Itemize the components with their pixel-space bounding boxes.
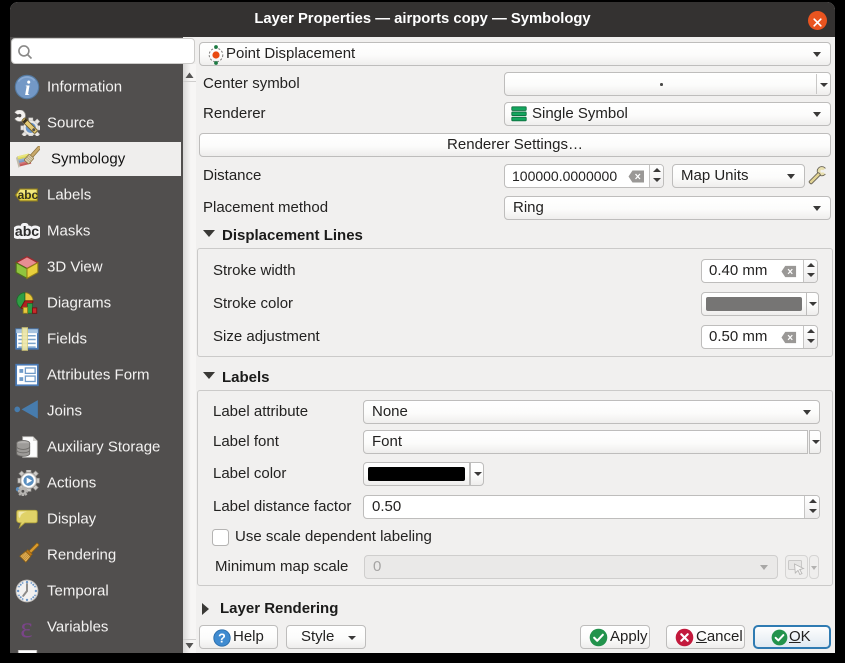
svg-text:abc: abc <box>18 188 39 202</box>
svg-text:?: ? <box>218 631 226 645</box>
svg-text:ε: ε <box>20 614 32 640</box>
svg-text:abc: abc <box>15 223 39 239</box>
svg-text:i: i <box>25 78 31 100</box>
